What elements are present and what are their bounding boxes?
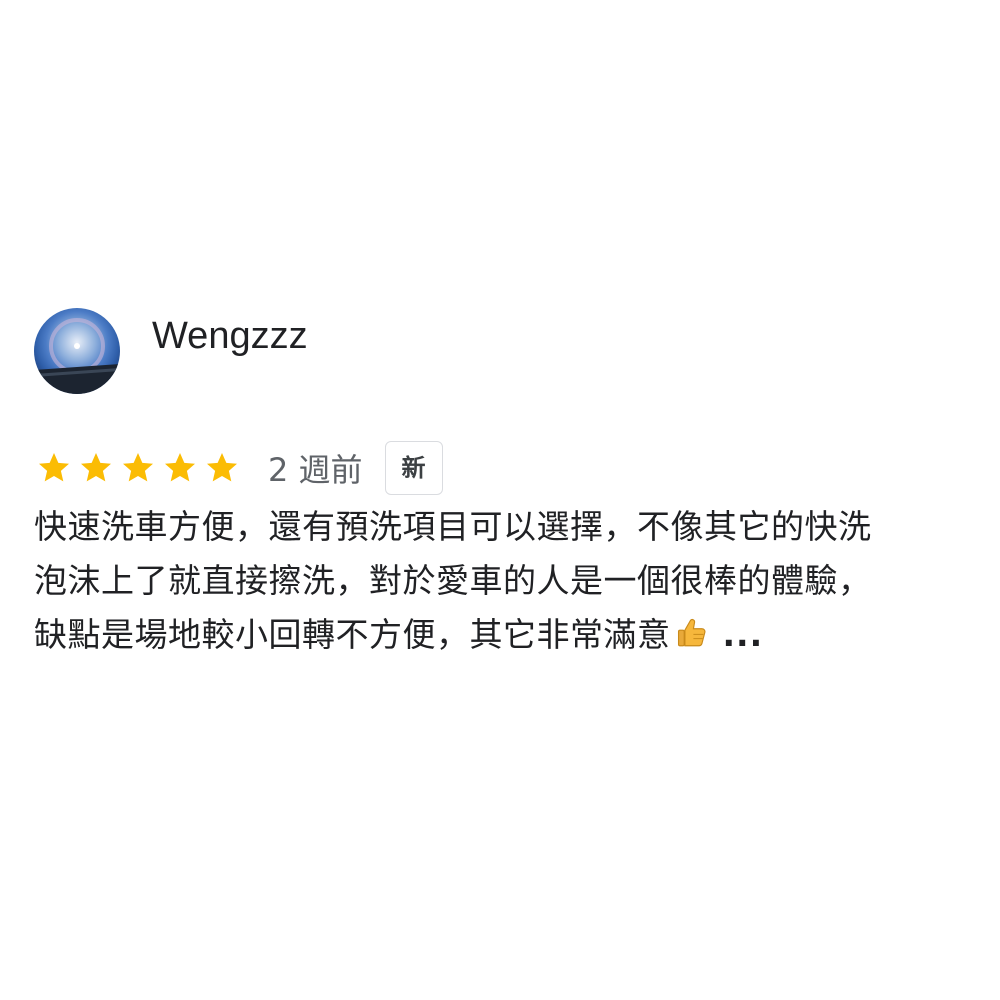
star-icon <box>39 453 69 482</box>
avatar[interactable] <box>34 308 120 394</box>
read-more-button[interactable]: ... <box>723 615 764 654</box>
review-text-line: 泡沫上了就直接擦洗，對於愛車的人是一個很棒的體驗， <box>34 561 872 600</box>
star-rating <box>34 450 246 486</box>
review-text: 快速洗車方便，還有預洗項目可以選擇，不像其它的快洗 泡沫上了就直接擦洗，對於愛車… <box>34 500 974 662</box>
star-icon <box>207 453 237 482</box>
review-meta: 2 週前 新 <box>34 440 974 496</box>
review-header: Wengzzz <box>34 308 974 398</box>
avatar-image <box>34 308 120 394</box>
thumbs-up-icon <box>677 618 705 647</box>
review-date: 2 週前 <box>268 451 363 489</box>
review-card: Wengzzz 2 週前 新 快速洗車方便，還有預洗項目可以選擇，不像其它的快洗… <box>34 308 974 662</box>
star-icon <box>81 453 111 482</box>
star-icon <box>123 453 153 482</box>
author-name[interactable]: Wengzzz <box>152 315 308 358</box>
review-text-line: 快速洗車方便，還有預洗項目可以選擇，不像其它的快洗 <box>34 507 872 546</box>
review-text-line: 缺點是場地較小回轉不方便，其它非常滿意 <box>34 615 671 654</box>
new-badge: 新 <box>384 441 443 495</box>
review-text-line-last: 缺點是場地較小回轉不方便，其它非常滿意 ... <box>34 608 974 662</box>
star-icon <box>165 453 195 482</box>
